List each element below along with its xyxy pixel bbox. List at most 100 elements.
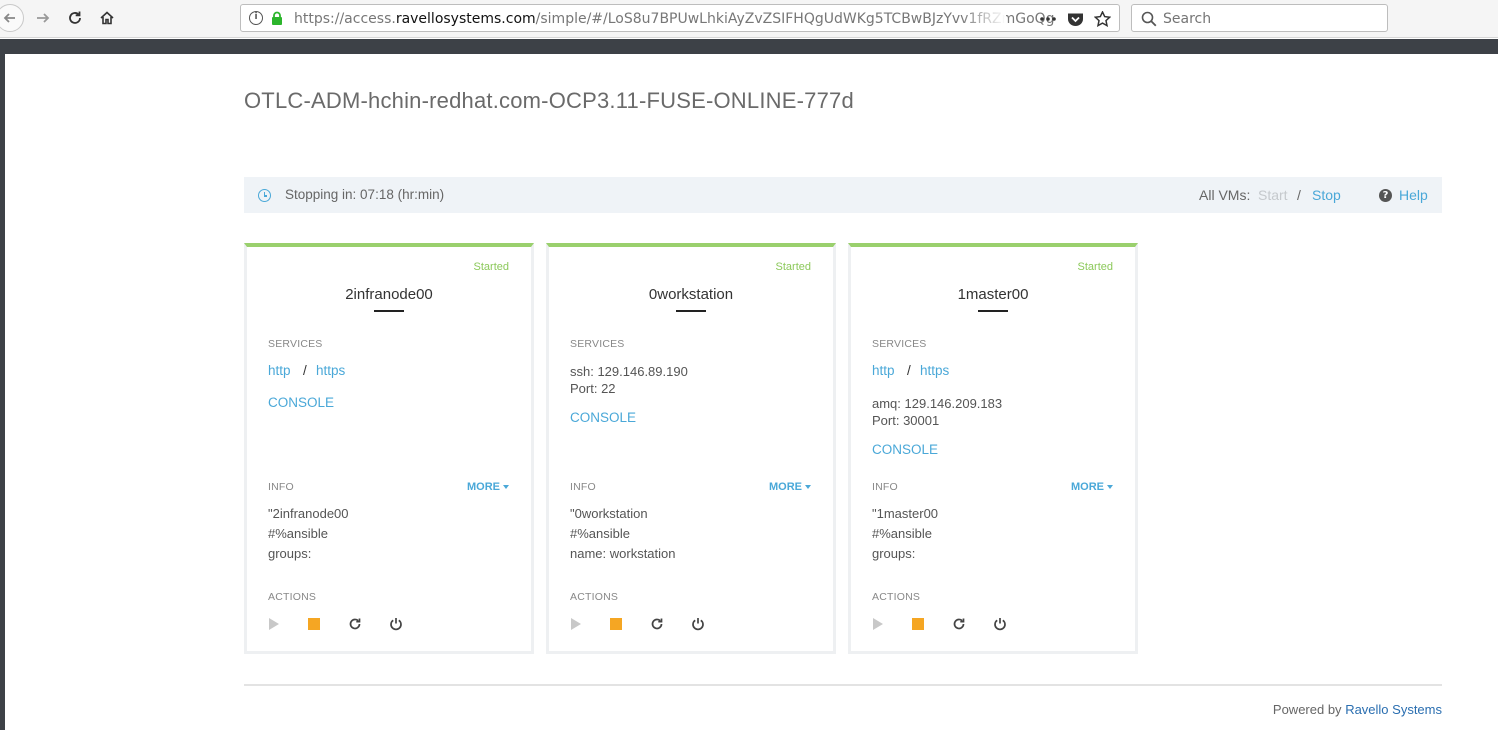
- service-lines: ssh: 129.146.89.190 Port: 22: [570, 363, 688, 397]
- name-underline: [374, 310, 404, 312]
- power-icon[interactable]: [691, 617, 705, 631]
- more-label: MORE: [1071, 481, 1104, 493]
- start-stop-separator: /: [1297, 187, 1301, 203]
- service-lines: amq: 129.146.209.183 Port: 30001: [872, 395, 1002, 429]
- powered-by-label: Powered by: [1272, 702, 1342, 717]
- search-input[interactable]: [1163, 10, 1373, 28]
- info-line: "0workstation: [570, 506, 648, 521]
- services-label: SERVICES: [268, 338, 323, 350]
- caret-down-icon: [503, 485, 509, 490]
- vm-name: 1master00: [957, 286, 1029, 303]
- info-line: groups:: [268, 546, 312, 561]
- http-link[interactable]: http: [268, 363, 291, 378]
- restart-icon[interactable]: [952, 617, 966, 631]
- stop-square-icon[interactable]: [610, 618, 622, 630]
- pocket-icon[interactable]: [1067, 12, 1084, 27]
- home-icon[interactable]: [94, 6, 120, 30]
- service-separator: /: [907, 363, 911, 378]
- https-link[interactable]: https: [920, 363, 949, 378]
- play-icon[interactable]: [268, 617, 280, 631]
- stop-all-button[interactable]: Stop: [1312, 186, 1341, 204]
- lock-icon: [272, 11, 282, 25]
- console-link[interactable]: CONSOLE: [268, 395, 334, 410]
- services-label: SERVICES: [872, 338, 927, 350]
- forward-arrow-icon[interactable]: [30, 6, 56, 30]
- play-icon[interactable]: [570, 617, 582, 631]
- search-icon: [1141, 11, 1157, 27]
- caret-down-icon: [805, 485, 811, 490]
- info-lines: "0workstation #%ansible name: workstatio…: [570, 504, 676, 564]
- console-link[interactable]: CONSOLE: [570, 410, 636, 425]
- actions-label: ACTIONS: [268, 591, 317, 603]
- service-line: ssh: 129.146.89.190: [570, 364, 688, 379]
- info-line: #%ansible: [570, 526, 630, 541]
- service-line: Port: 22: [570, 381, 616, 396]
- help-link[interactable]: Help: [1399, 186, 1428, 204]
- https-link[interactable]: https: [316, 363, 345, 378]
- browser-toolbar: i https://access.ravellosystems.com/simp…: [0, 0, 1498, 38]
- actions-label: ACTIONS: [872, 591, 921, 603]
- more-dropdown[interactable]: MORE: [467, 481, 509, 493]
- restart-icon[interactable]: [348, 617, 362, 631]
- more-dropdown[interactable]: MORE: [1071, 481, 1113, 493]
- page-info-icon[interactable]: i: [249, 11, 263, 25]
- service-separator: /: [303, 363, 307, 378]
- info-line: "2infranode00: [268, 506, 349, 521]
- power-icon[interactable]: [389, 617, 403, 631]
- actions-label: ACTIONS: [570, 591, 619, 603]
- search-bar[interactable]: [1131, 4, 1388, 32]
- name-underline: [978, 310, 1008, 312]
- info-line: "1master00: [872, 506, 939, 521]
- ravello-systems-link[interactable]: Ravello Systems: [1345, 702, 1442, 717]
- page-title: OTLC-ADM-hchin-redhat.com-OCP3.11-FUSE-O…: [244, 88, 854, 113]
- stopping-countdown: Stopping in: 07:18 (hr:min): [285, 187, 445, 202]
- vm-name: 0workstation: [648, 286, 734, 303]
- info-lines: "1master00 #%ansible groups:: [872, 504, 938, 564]
- url-fade: [961, 7, 1006, 29]
- name-underline: [676, 310, 706, 312]
- url-actions: [1039, 10, 1111, 28]
- vm-card-0workstation: Started 0workstation SERVICES ssh: 129.1…: [546, 243, 836, 654]
- clock-icon: [258, 189, 271, 202]
- page-actions-ellipsis-icon[interactable]: [1039, 16, 1057, 22]
- info-lines: "2infranode00 #%ansible groups:: [268, 504, 349, 564]
- vm-status: Started: [473, 261, 509, 273]
- vm-status: Started: [1077, 261, 1113, 273]
- caret-down-icon: [1107, 485, 1113, 490]
- url-host: ravellosystems.com: [395, 11, 536, 27]
- start-all-button[interactable]: Start: [1258, 186, 1288, 204]
- more-dropdown[interactable]: MORE: [769, 481, 811, 493]
- more-label: MORE: [769, 481, 802, 493]
- info-label: INFO: [872, 481, 898, 493]
- all-vms-label: All VMs:: [1199, 187, 1251, 203]
- power-icon[interactable]: [993, 617, 1007, 631]
- info-line: name: workstation: [570, 546, 676, 561]
- vm-name: 2infranode00: [345, 286, 433, 303]
- address-bar[interactable]: i https://access.ravellosystems.com/simp…: [240, 4, 1120, 32]
- info-line: #%ansible: [268, 526, 328, 541]
- back-arrow-icon[interactable]: [0, 4, 24, 32]
- services-label: SERVICES: [570, 338, 625, 350]
- powered-by: Powered by Ravello Systems: [1273, 702, 1442, 717]
- service-line: Port: 30001: [872, 413, 940, 428]
- info-line: #%ansible: [872, 526, 932, 541]
- help-icon[interactable]: ?: [1379, 189, 1392, 202]
- service-line: amq: 129.146.209.183: [872, 396, 1003, 411]
- footer-divider: [244, 684, 1442, 686]
- vm-card-1master00: Started 1master00 SERVICES http / https …: [848, 243, 1138, 654]
- console-link[interactable]: CONSOLE: [872, 442, 938, 457]
- play-icon[interactable]: [872, 617, 884, 631]
- vm-card-2infranode00: Started 2infranode00 SERVICES http / htt…: [244, 243, 534, 654]
- reload-icon[interactable]: [62, 6, 88, 30]
- url-text[interactable]: https://access.ravellosystems.com/simple…: [294, 10, 1054, 28]
- bookmark-star-icon[interactable]: [1094, 11, 1111, 27]
- url-prefix: https://access.: [294, 11, 396, 27]
- http-link[interactable]: http: [872, 363, 895, 378]
- info-line: groups:: [872, 546, 916, 561]
- restart-icon[interactable]: [650, 617, 664, 631]
- stop-square-icon[interactable]: [308, 618, 320, 630]
- info-label: INFO: [268, 481, 294, 493]
- info-label: INFO: [570, 481, 596, 493]
- status-bar: Stopping in: 07:18 (hr:min) All VMs: Sta…: [244, 177, 1442, 213]
- stop-square-icon[interactable]: [912, 618, 924, 630]
